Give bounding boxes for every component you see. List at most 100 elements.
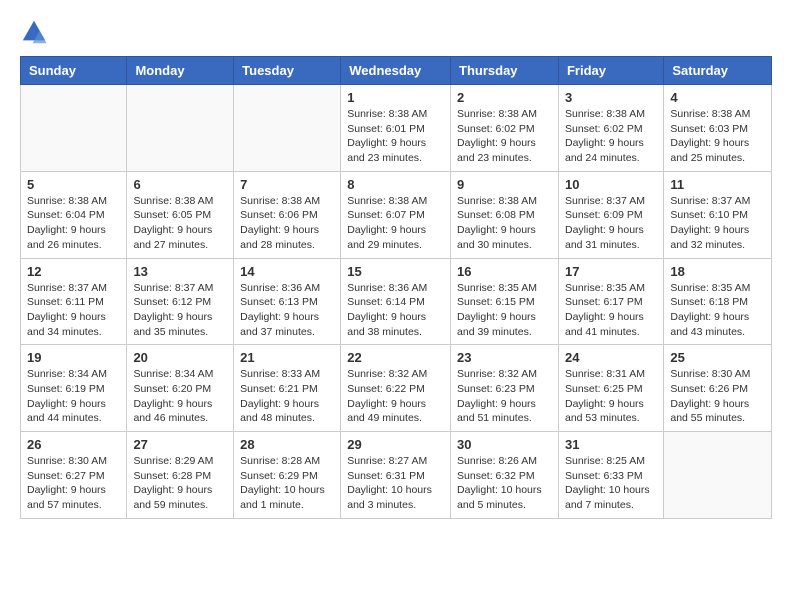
day-cell: 14 Sunrise: 8:36 AM Sunset: 6:13 PM Dayli…	[234, 258, 341, 345]
day-cell: 5 Sunrise: 8:38 AM Sunset: 6:04 PM Daylig…	[21, 171, 127, 258]
day-info: Sunrise: 8:33 AM Sunset: 6:21 PM Dayligh…	[240, 367, 334, 426]
day-cell: 15Sunrise: 8:36 AM Sunset: 6:14 PM Dayli…	[341, 258, 451, 345]
calendar: SundayMondayTuesdayWednesdayThursdayFrid…	[20, 56, 772, 519]
day-info: Sunrise: 8:38 AM Sunset: 6:07 PM Dayligh…	[347, 194, 444, 253]
day-number: 29	[347, 437, 444, 452]
day-cell: 17 Sunrise: 8:35 AM Sunset: 6:17 PM Dayli…	[558, 258, 663, 345]
day-info: Sunrise: 8:27 AM Sunset: 6:31 PM Dayligh…	[347, 454, 444, 513]
day-number: 7	[240, 177, 334, 192]
day-number: 12	[27, 264, 120, 279]
day-info: Sunrise: 8:28 AM Sunset: 6:29 PM Dayligh…	[240, 454, 334, 513]
column-header-friday: Friday	[558, 57, 663, 85]
day-number: 27	[133, 437, 227, 452]
day-cell	[127, 85, 234, 172]
day-number: 20	[133, 350, 227, 365]
day-cell: 22Sunrise: 8:32 AM Sunset: 6:22 PM Dayli…	[341, 345, 451, 432]
day-cell: 19Sunrise: 8:34 AM Sunset: 6:19 PM Dayli…	[21, 345, 127, 432]
day-cell: 28 Sunrise: 8:28 AM Sunset: 6:29 PM Dayli…	[234, 432, 341, 519]
day-info: Sunrise: 8:38 AM Sunset: 6:05 PM Dayligh…	[133, 194, 227, 253]
day-number: 9	[457, 177, 552, 192]
day-cell: 27 Sunrise: 8:29 AM Sunset: 6:28 PM Dayli…	[127, 432, 234, 519]
day-cell: 4 Sunrise: 8:38 AM Sunset: 6:03 PM Daylig…	[664, 85, 772, 172]
day-info: Sunrise: 8:37 AM Sunset: 6:09 PM Dayligh…	[565, 194, 657, 253]
day-number: 21	[240, 350, 334, 365]
day-number: 15	[347, 264, 444, 279]
day-info: Sunrise: 8:38 AM Sunset: 6:03 PM Dayligh…	[670, 107, 765, 166]
day-number: 14	[240, 264, 334, 279]
day-info: Sunrise: 8:37 AM Sunset: 6:10 PM Dayligh…	[670, 194, 765, 253]
day-info: Sunrise: 8:30 AM Sunset: 6:27 PM Dayligh…	[27, 454, 120, 513]
day-cell: 10 Sunrise: 8:37 AM Sunset: 6:09 PM Dayli…	[558, 171, 663, 258]
day-info: Sunrise: 8:34 AM Sunset: 6:20 PM Dayligh…	[133, 367, 227, 426]
header	[20, 10, 772, 46]
day-cell: 20 Sunrise: 8:34 AM Sunset: 6:20 PM Dayli…	[127, 345, 234, 432]
day-number: 30	[457, 437, 552, 452]
day-number: 6	[133, 177, 227, 192]
day-cell: 31 Sunrise: 8:25 AM Sunset: 6:33 PM Dayli…	[558, 432, 663, 519]
day-info: Sunrise: 8:37 AM Sunset: 6:12 PM Dayligh…	[133, 281, 227, 340]
day-info: Sunrise: 8:35 AM Sunset: 6:18 PM Dayligh…	[670, 281, 765, 340]
day-number: 5	[27, 177, 120, 192]
day-info: Sunrise: 8:38 AM Sunset: 6:01 PM Dayligh…	[347, 107, 444, 166]
day-cell: 24Sunrise: 8:31 AM Sunset: 6:25 PM Dayli…	[558, 345, 663, 432]
day-info: Sunrise: 8:25 AM Sunset: 6:33 PM Dayligh…	[565, 454, 657, 513]
day-cell: 11 Sunrise: 8:37 AM Sunset: 6:10 PM Dayli…	[664, 171, 772, 258]
day-number: 23	[457, 350, 552, 365]
logo-icon	[20, 18, 48, 46]
day-info: Sunrise: 8:35 AM Sunset: 6:17 PM Dayligh…	[565, 281, 657, 340]
day-info: Sunrise: 8:35 AM Sunset: 6:15 PM Dayligh…	[457, 281, 552, 340]
column-header-wednesday: Wednesday	[341, 57, 451, 85]
day-cell: 3 Sunrise: 8:38 AM Sunset: 6:02 PM Daylig…	[558, 85, 663, 172]
day-cell: 18 Sunrise: 8:35 AM Sunset: 6:18 PM Dayli…	[664, 258, 772, 345]
week-row-3: 12 Sunrise: 8:37 AM Sunset: 6:11 PM Dayli…	[21, 258, 772, 345]
day-info: Sunrise: 8:38 AM Sunset: 6:02 PM Dayligh…	[457, 107, 552, 166]
day-cell: 26 Sunrise: 8:30 AM Sunset: 6:27 PM Dayli…	[21, 432, 127, 519]
day-number: 2	[457, 90, 552, 105]
day-cell	[234, 85, 341, 172]
day-cell: 16 Sunrise: 8:35 AM Sunset: 6:15 PM Dayli…	[451, 258, 559, 345]
week-row-4: 19Sunrise: 8:34 AM Sunset: 6:19 PM Dayli…	[21, 345, 772, 432]
page: SundayMondayTuesdayWednesdayThursdayFrid…	[0, 0, 792, 539]
day-number: 10	[565, 177, 657, 192]
day-info: Sunrise: 8:38 AM Sunset: 6:06 PM Dayligh…	[240, 194, 334, 253]
day-cell: 8 Sunrise: 8:38 AM Sunset: 6:07 PM Daylig…	[341, 171, 451, 258]
day-number: 18	[670, 264, 765, 279]
day-number: 19	[27, 350, 120, 365]
day-cell: 9Sunrise: 8:38 AM Sunset: 6:08 PM Daylig…	[451, 171, 559, 258]
day-number: 26	[27, 437, 120, 452]
day-number: 4	[670, 90, 765, 105]
day-number: 24	[565, 350, 657, 365]
day-number: 1	[347, 90, 444, 105]
day-info: Sunrise: 8:32 AM Sunset: 6:23 PM Dayligh…	[457, 367, 552, 426]
day-info: Sunrise: 8:26 AM Sunset: 6:32 PM Dayligh…	[457, 454, 552, 513]
day-number: 13	[133, 264, 227, 279]
day-cell: 25Sunrise: 8:30 AM Sunset: 6:26 PM Dayli…	[664, 345, 772, 432]
day-number: 31	[565, 437, 657, 452]
day-cell: 23 Sunrise: 8:32 AM Sunset: 6:23 PM Dayli…	[451, 345, 559, 432]
day-info: Sunrise: 8:37 AM Sunset: 6:11 PM Dayligh…	[27, 281, 120, 340]
day-info: Sunrise: 8:38 AM Sunset: 6:04 PM Dayligh…	[27, 194, 120, 253]
day-number: 3	[565, 90, 657, 105]
week-row-5: 26 Sunrise: 8:30 AM Sunset: 6:27 PM Dayli…	[21, 432, 772, 519]
day-number: 16	[457, 264, 552, 279]
day-info: Sunrise: 8:32 AM Sunset: 6:22 PM Dayligh…	[347, 367, 444, 426]
day-number: 17	[565, 264, 657, 279]
week-row-1: 1 Sunrise: 8:38 AM Sunset: 6:01 PM Daylig…	[21, 85, 772, 172]
day-info: Sunrise: 8:38 AM Sunset: 6:02 PM Dayligh…	[565, 107, 657, 166]
day-number: 28	[240, 437, 334, 452]
header-row: SundayMondayTuesdayWednesdayThursdayFrid…	[21, 57, 772, 85]
column-header-tuesday: Tuesday	[234, 57, 341, 85]
day-info: Sunrise: 8:29 AM Sunset: 6:28 PM Dayligh…	[133, 454, 227, 513]
day-info: Sunrise: 8:36 AM Sunset: 6:13 PM Dayligh…	[240, 281, 334, 340]
day-cell: 7 Sunrise: 8:38 AM Sunset: 6:06 PM Daylig…	[234, 171, 341, 258]
column-header-monday: Monday	[127, 57, 234, 85]
day-number: 8	[347, 177, 444, 192]
day-number: 11	[670, 177, 765, 192]
day-cell: 1 Sunrise: 8:38 AM Sunset: 6:01 PM Daylig…	[341, 85, 451, 172]
column-header-saturday: Saturday	[664, 57, 772, 85]
day-cell: 13 Sunrise: 8:37 AM Sunset: 6:12 PM Dayli…	[127, 258, 234, 345]
day-info: Sunrise: 8:30 AM Sunset: 6:26 PM Dayligh…	[670, 367, 765, 426]
day-cell: 2 Sunrise: 8:38 AM Sunset: 6:02 PM Daylig…	[451, 85, 559, 172]
week-row-2: 5 Sunrise: 8:38 AM Sunset: 6:04 PM Daylig…	[21, 171, 772, 258]
day-cell: 21 Sunrise: 8:33 AM Sunset: 6:21 PM Dayli…	[234, 345, 341, 432]
